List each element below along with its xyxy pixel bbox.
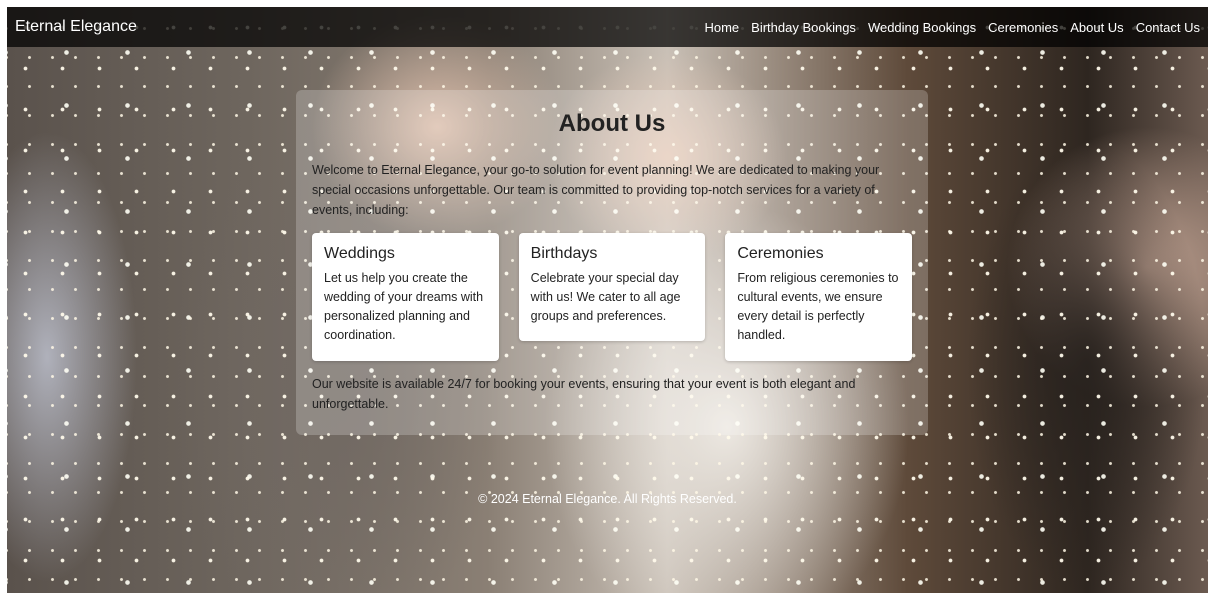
nav-link-about-us[interactable]: About Us (1070, 20, 1123, 35)
about-outro-text: Our website is available 24/7 for bookin… (312, 377, 856, 411)
nav-link-birthday-bookings[interactable]: Birthday Bookings (751, 20, 856, 35)
service-card-ceremonies: Ceremonies From religious ceremonies to … (725, 233, 913, 361)
card-text: Let us help you create the wedding of yo… (324, 271, 484, 342)
card-text: Celebrate your special day with us! We c… (530, 271, 681, 323)
nav-link-wedding-bookings[interactable]: Wedding Bookings (868, 20, 976, 35)
card-title: Ceremonies (737, 245, 824, 262)
card-text: From religious ceremonies to cultural ev… (737, 271, 899, 342)
service-card-weddings: Weddings Let us help you create the wedd… (312, 233, 499, 361)
footer-copyright: © 2024 Eternal Elegance. All Rights Rese… (478, 492, 737, 506)
navbar: Eternal Elegance Home Birthday Bookings … (7, 7, 1208, 47)
card-title: Birthdays (530, 245, 598, 262)
about-intro-text: Welcome to Eternal Elegance, your go-to … (312, 163, 880, 217)
service-card-birthdays: Birthdays Celebrate your special day wit… (518, 233, 706, 341)
service-cards: Weddings Let us help you create the wedd… (312, 233, 913, 361)
footer: © 2024 Eternal Elegance. All Rights Rese… (7, 492, 1208, 506)
about-panel: About Us Welcome to Eternal Elegance, yo… (296, 90, 928, 435)
page-frame: Eternal Elegance Home Birthday Bookings … (7, 7, 1208, 593)
nav-link-ceremonies[interactable]: Ceremonies (988, 20, 1058, 35)
brand-logo[interactable]: Eternal Elegance (15, 18, 137, 36)
nav-link-contact-us[interactable]: Contact Us (1136, 20, 1200, 35)
card-title: Weddings (324, 245, 395, 262)
page-title: About Us (558, 110, 666, 137)
nav-links: Home Birthday Bookings Wedding Bookings … (692, 20, 1200, 35)
nav-link-home[interactable]: Home (704, 20, 739, 35)
